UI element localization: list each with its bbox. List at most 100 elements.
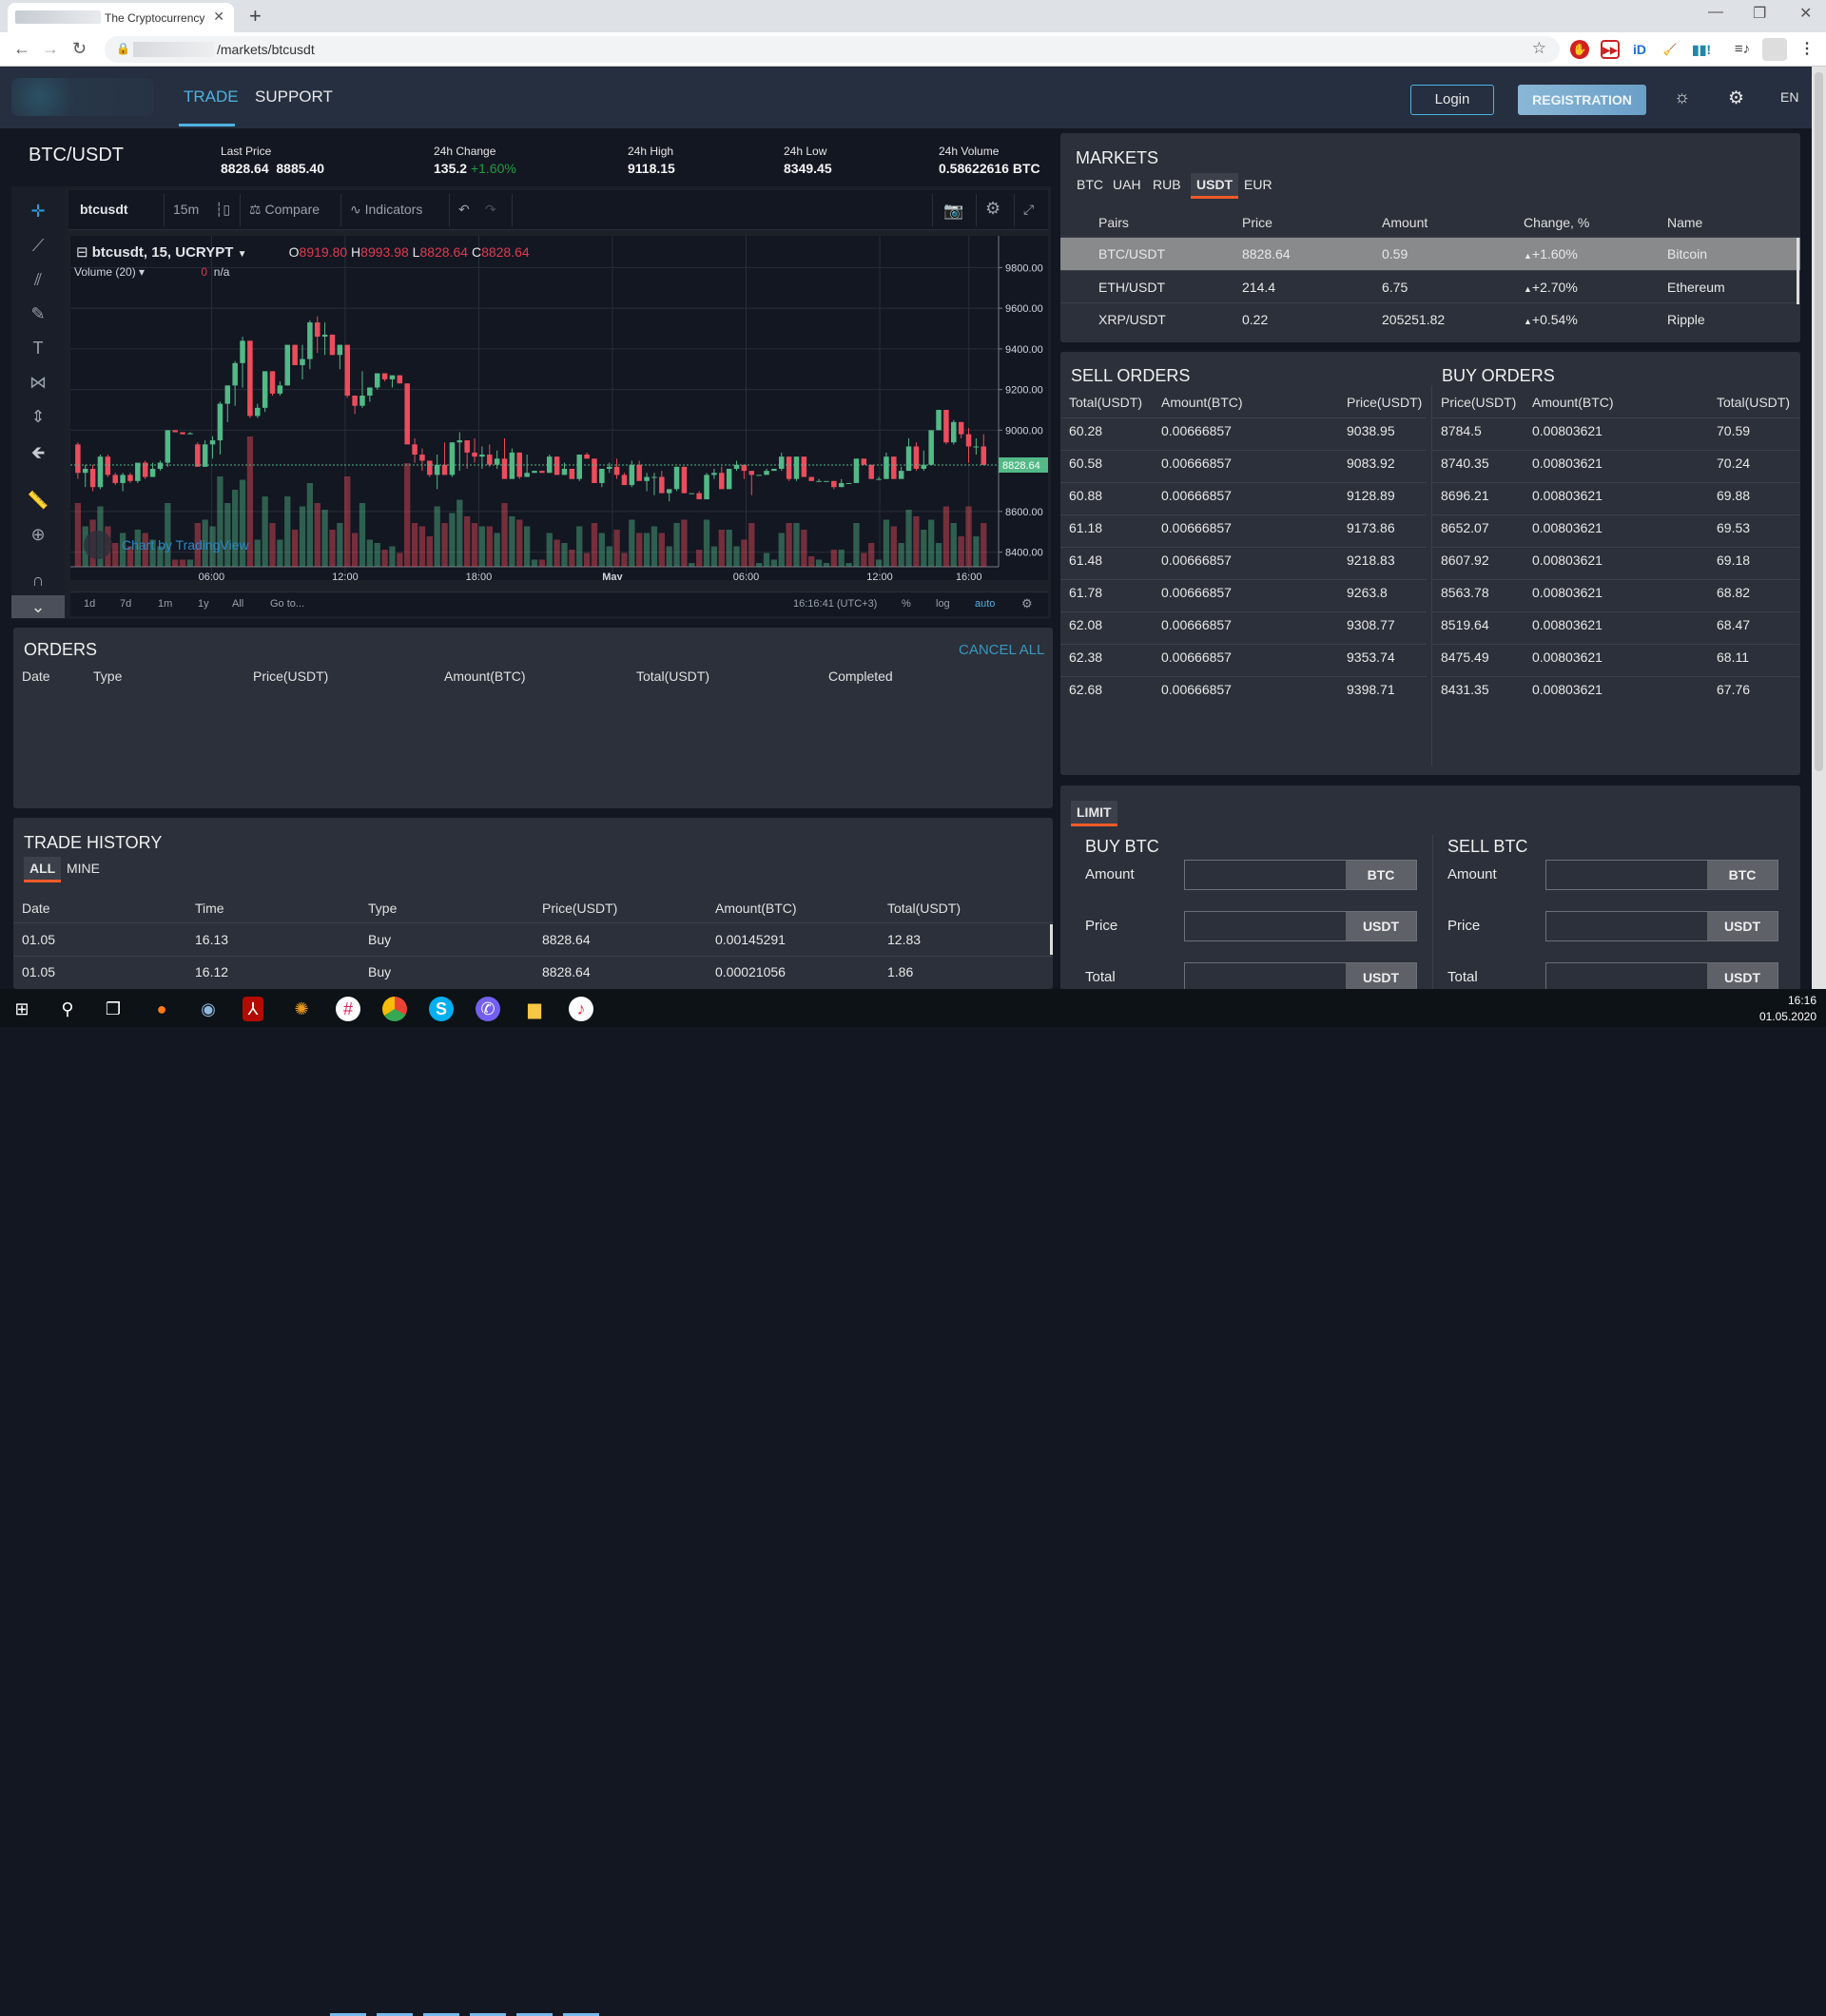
cancel-all-button[interactable]: CANCEL ALL [959,642,1044,658]
reload-icon[interactable]: ↻ [72,39,87,59]
buy-price-input[interactable]: USDT [1184,911,1417,941]
markets-col-name[interactable]: Name [1667,215,1702,230]
ruler-icon[interactable]: 📏 [27,489,49,512]
interval-selector[interactable]: 15m [173,202,199,217]
indicators-button[interactable]: ∿ Indicators [350,202,422,218]
orders-col-amount[interactable]: Amount(BTC) [444,669,526,684]
th-col-date[interactable]: Date [22,901,50,916]
markets-col-amount[interactable]: Amount [1382,215,1428,230]
forward-icon[interactable]: → [42,39,59,59]
market-row[interactable]: XRP/USDT 0.22 205251.82 ▲+0.54% Ripple [1060,303,1800,336]
collapse-icon[interactable]: ⊟ [76,244,88,261]
password-manager-icon[interactable]: ◉ [196,997,221,1021]
language-selector[interactable]: EN [1780,89,1798,105]
bars-extension-icon[interactable]: ▮▮! [1692,40,1711,59]
firefox-icon[interactable]: ● [149,997,174,1021]
sell-col-total[interactable]: Total(USDT) [1069,395,1142,410]
market-row[interactable]: ETH/USDT 214.4 6.75 ▲+2.70% Ethereum [1060,271,1800,303]
undo-icon[interactable]: ↶ [458,202,470,218]
trade-history-tab-all[interactable]: ALL [24,857,62,882]
page-scrollbar-thumb[interactable] [1815,72,1823,771]
market-tab-rub[interactable]: RUB [1147,173,1187,196]
taskbar-date[interactable]: 01.05.2020 [1759,1010,1816,1023]
profile-avatar[interactable] [1762,38,1787,61]
magnet-icon[interactable]: ∩ [27,569,49,591]
registration-button[interactable]: REGISTRATION [1518,85,1646,115]
itunes-icon[interactable]: ♪ [569,997,593,1021]
brush-icon[interactable]: ✎ [27,302,49,325]
trend-line-icon[interactable]: ⟋ [27,234,49,257]
chart-pane[interactable]: 9800.00 9600.00 9400.00 9200.00 9000.00 8600.… [70,236,1048,583]
sell-amount-input[interactable]: BTC [1545,860,1778,890]
compare-button[interactable]: ⚖ Compare [249,202,320,218]
login-button[interactable]: Login [1410,85,1494,115]
settings-icon[interactable]: ⚙ [1728,87,1744,109]
th-col-time[interactable]: Time [195,901,224,916]
pitchfork-icon[interactable]: ⫽ [27,268,49,291]
range-1y[interactable]: 1y [198,598,209,610]
browser-tab[interactable]: The Cryptocurrency ✕ [8,3,234,32]
range-7d[interactable]: 7d [120,598,131,610]
buy-col-total[interactable]: Total(USDT) [1717,395,1790,410]
viber-icon[interactable]: ✆ [476,997,500,1021]
sell-price-input[interactable]: USDT [1545,911,1778,941]
skype-icon[interactable]: S [429,997,454,1021]
back-arrow-icon[interactable]: 🡸 [27,441,49,464]
close-window-icon[interactable]: ✕ [1799,4,1812,23]
percent-toggle[interactable]: % [902,598,911,610]
series-dropdown-icon[interactable]: ▼ [238,249,247,260]
broom-extension-icon[interactable]: 🧹 [1661,40,1680,59]
fullscreen-icon[interactable]: ⤢ [1023,202,1034,218]
bottom-settings-icon[interactable]: ⚙ [1021,596,1033,611]
market-tab-usdt[interactable]: USDT [1191,173,1239,199]
orders-col-date[interactable]: Date [22,669,50,684]
sell-col-amount[interactable]: Amount(BTC) [1161,395,1243,410]
limit-tab[interactable]: LIMIT [1071,801,1117,826]
chrome-icon[interactable] [382,997,407,1021]
chart-series-title[interactable]: btcusdt, 15, UCRYPT [92,244,234,261]
redo-icon[interactable]: ↷ [485,202,496,218]
candlestick-chart[interactable]: 9800.00 9600.00 9400.00 9200.00 9000.00 8600.… [70,236,1048,583]
range-1m[interactable]: 1m [158,598,172,610]
sell-col-price[interactable]: Price(USDT) [1347,395,1422,410]
zoom-in-icon[interactable]: ⊕ [27,523,49,546]
task-view-icon[interactable]: ❐ [101,997,126,1021]
nav-support[interactable]: SUPPORT [255,87,333,107]
th-col-price[interactable]: Price(USDT) [542,901,617,916]
acrobat-icon[interactable]: ⅄ [243,997,263,1021]
site-logo[interactable] [11,78,154,116]
trade-history-tab-mine[interactable]: MINE [61,857,106,880]
buy-amount-input[interactable]: BTC [1184,860,1417,890]
market-tab-uah[interactable]: UAH [1107,173,1147,196]
new-tab-button[interactable]: + [249,4,262,29]
candle-type-icon[interactable]: ┆▯ [215,202,230,218]
screenshot-icon[interactable]: 📷 [943,202,963,221]
nav-trade[interactable]: TRADE [184,87,239,107]
trade-history-scrollbar[interactable] [1050,924,1053,955]
crosshair-icon[interactable]: ✛ [27,200,49,223]
search-icon[interactable]: ⚲ [55,997,80,1021]
market-row[interactable]: BTC/USDT 8828.64 0.59 ▲+1.60% Bitcoin [1060,238,1800,270]
buy-col-price[interactable]: Price(USDT) [1441,395,1516,410]
th-col-type[interactable]: Type [368,901,397,916]
goto-date[interactable]: Go to... [270,598,304,610]
volume-study-title[interactable]: Volume (20) [74,265,136,279]
chart-settings-icon[interactable]: ⚙ [985,199,1000,219]
restore-icon[interactable]: ❐ [1753,4,1766,23]
symbol-search[interactable]: btcusdt [80,202,128,217]
hide-icon[interactable]: ⌄ [11,595,65,618]
tradingview-watermark[interactable]: Chart by TradingView [122,537,249,552]
auto-toggle[interactable]: auto [975,598,995,610]
windows-start-icon[interactable]: ⊞ [10,997,34,1021]
markets-scrollbar[interactable] [1797,238,1799,304]
markets-col-change[interactable]: Change, % [1524,215,1589,230]
adblock-extension-icon[interactable]: ✋ [1570,40,1589,59]
text-icon[interactable]: T [27,337,49,359]
browser-menu-icon[interactable]: ⋮ [1797,40,1816,59]
orders-col-type[interactable]: Type [93,669,122,684]
market-tab-btc[interactable]: BTC [1071,173,1109,196]
taskbar-time[interactable]: 16:16 [1788,994,1816,1007]
gimp-icon[interactable]: ✺ [289,997,314,1021]
tab-close-icon[interactable]: ✕ [213,9,224,25]
pattern-icon[interactable]: ⋈ [27,371,49,394]
